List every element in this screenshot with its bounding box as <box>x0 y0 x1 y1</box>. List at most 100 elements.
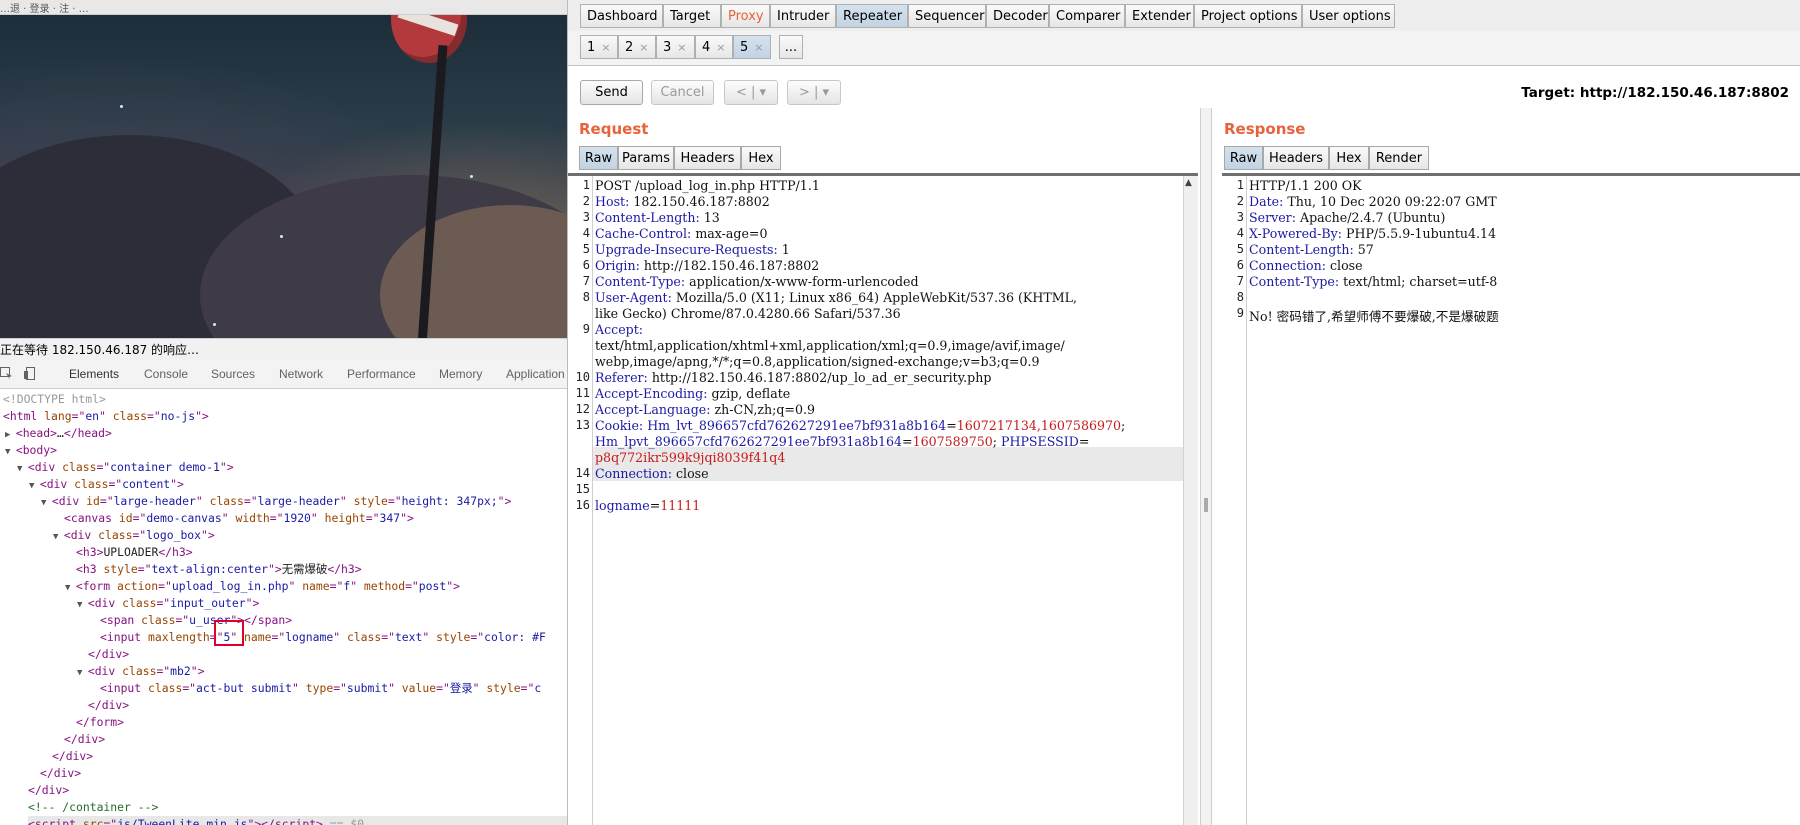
main-tab-comparer[interactable]: Comparer <box>1049 4 1125 28</box>
split-pane-divider[interactable] <box>1200 108 1212 825</box>
devtools-tab-performance[interactable]: Performance <box>347 360 416 388</box>
dom-node-div-close[interactable]: </div> <box>64 731 105 748</box>
response-tab-render[interactable]: Render <box>1369 146 1429 170</box>
expanded-triangle-icon[interactable]: ▼ <box>29 481 40 491</box>
dom-node-input-outer[interactable]: ▼ <div class="input_outer"> <box>77 595 259 612</box>
devtools-tab-console[interactable]: Console <box>144 360 188 388</box>
device-toolbar-icon[interactable] <box>24 367 37 380</box>
dom-node-doctype[interactable]: <!DOCTYPE html> <box>3 391 106 408</box>
dom-node-div-close[interactable]: </div> <box>40 765 81 782</box>
dom-node-input-submit[interactable]: <input class="act-but submit" type="subm… <box>100 680 541 697</box>
repeater-tab-5[interactable]: 5 × <box>733 35 771 59</box>
main-tab-dashboard[interactable]: Dashboard <box>580 4 663 28</box>
repeater-tab-label: 5 <box>740 40 749 55</box>
expanded-triangle-icon[interactable]: ▼ <box>41 498 52 508</box>
response-tab-hex[interactable]: Hex <box>1329 146 1369 170</box>
dom-node-comment[interactable]: <!-- /container --> <box>28 799 158 816</box>
request-scrollbar[interactable]: ▲ <box>1183 176 1198 825</box>
collapsed-triangle-icon[interactable]: ▶ <box>5 430 16 440</box>
dom-node-canvas[interactable]: <canvas id="demo-canvas" width="1920" he… <box>64 510 414 527</box>
repeater-new-tab[interactable]: ... <box>779 35 803 59</box>
close-icon[interactable]: × <box>716 41 725 54</box>
main-tab-intruder[interactable]: Intruder <box>770 4 836 28</box>
history-forward-button[interactable]: > | ▾ <box>787 80 841 105</box>
close-icon[interactable]: × <box>601 41 610 54</box>
repeater-tab-4[interactable]: 4 × <box>695 35 733 59</box>
expanded-triangle-icon[interactable]: ▼ <box>5 447 16 457</box>
main-tab-user-options[interactable]: User options <box>1302 4 1395 28</box>
close-icon[interactable]: × <box>639 41 648 54</box>
repeater-tab-2[interactable]: 2 × <box>618 35 656 59</box>
close-icon[interactable]: × <box>754 41 763 54</box>
dom-node-span-user[interactable]: <span class="u_user"></span> <box>100 612 292 629</box>
send-button[interactable]: Send <box>580 80 643 105</box>
dom-node-script-selected[interactable]: <script src="js/TweenLite.min.js"></scri… <box>28 816 567 825</box>
request-line: POST /upload_log_in.php HTTP/1.1 <box>595 178 820 193</box>
cancel-button[interactable]: Cancel <box>651 80 714 105</box>
close-icon[interactable]: × <box>677 41 686 54</box>
expanded-triangle-icon[interactable]: ▼ <box>77 668 88 678</box>
devtools-tab-network[interactable]: Network <box>279 360 323 388</box>
dom-node-mb2[interactable]: ▼ <div class="mb2"> <box>77 663 204 680</box>
dom-node-div-close[interactable]: </div> <box>88 697 129 714</box>
dom-node-large-header[interactable]: ▼ <div id="large-header" class="large-he… <box>41 493 511 510</box>
line-number: 3 <box>1236 210 1244 224</box>
devtools-tab-sources[interactable]: Sources <box>211 360 255 388</box>
dom-node-head[interactable]: ▶ <head>…</head> <box>5 425 112 442</box>
expanded-triangle-icon[interactable]: ▼ <box>65 583 76 593</box>
dom-node-form-close[interactable]: </form> <box>76 714 124 731</box>
dom-node-div-close[interactable]: </div> <box>28 782 69 799</box>
line-number: 7 <box>582 274 590 288</box>
request-tab-raw[interactable]: Raw <box>579 146 618 170</box>
line-number: 4 <box>582 226 590 240</box>
dom-node-h3-uploader[interactable]: <h3>UPLOADER</h3> <box>76 544 193 561</box>
scroll-up-arrow-icon[interactable]: ▲ <box>1185 178 1192 188</box>
main-tab-target[interactable]: Target <box>663 4 721 28</box>
request-title: Request <box>579 120 649 138</box>
main-tab-extender[interactable]: Extender <box>1125 4 1194 28</box>
response-editor[interactable]: 1 2 3 4 5 6 7 8 9 HTTP/1.1 200 OK Date: Thu, 10 … <box>1222 173 1800 825</box>
repeater-tab-1[interactable]: 1 × <box>580 35 618 59</box>
request-header: Host: 182.150.46.187:8802 <box>595 194 770 209</box>
history-back-button[interactable]: < | ▾ <box>724 80 778 105</box>
response-tab-raw[interactable]: Raw <box>1224 146 1263 170</box>
request-body: logname=11111 <box>595 498 701 513</box>
dom-node-body[interactable]: ▼ <body> <box>5 442 57 459</box>
main-tab-sequencer[interactable]: Sequencer <box>908 4 986 28</box>
line-number: 6 <box>582 258 590 272</box>
target-label[interactable]: Target: http://182.150.46.187:8802 <box>1521 85 1789 101</box>
main-tab-decoder[interactable]: Decoder <box>986 4 1049 28</box>
request-tab-params[interactable]: Params <box>618 146 674 170</box>
dom-node-content[interactable]: ▼ <div class="content"> <box>29 476 184 493</box>
dom-node-container[interactable]: ▼ <div class="container demo-1"> <box>17 459 234 476</box>
inspect-element-icon[interactable] <box>0 367 13 380</box>
request-tab-headers[interactable]: Headers <box>674 146 741 170</box>
dom-node-form[interactable]: ▼ <form action="upload_log_in.php" name=… <box>65 578 460 595</box>
devtools-tab-application[interactable]: Application <box>506 360 565 388</box>
divider-grip[interactable] <box>1204 498 1208 512</box>
dom-node-html[interactable]: <html lang="en" class="no-js"> <box>3 408 209 425</box>
request-tab-hex[interactable]: Hex <box>741 146 781 170</box>
dom-node-logo-box[interactable]: ▼ <div class="logo_box"> <box>53 527 215 544</box>
expanded-triangle-icon[interactable]: ▼ <box>77 600 88 610</box>
dom-node-input-logname[interactable]: <input maxlength="5" name="logname" clas… <box>100 629 546 646</box>
repeater-tab-label: 4 <box>702 40 711 55</box>
devtools-tab-memory[interactable]: Memory <box>439 360 482 388</box>
expanded-triangle-icon[interactable]: ▼ <box>53 532 64 542</box>
firefly-dot <box>470 175 473 178</box>
dom-node-div-close[interactable]: </div> <box>52 748 93 765</box>
repeater-tab-3[interactable]: 3 × <box>656 35 695 59</box>
expanded-triangle-icon[interactable]: ▼ <box>17 464 28 474</box>
response-tab-headers[interactable]: Headers <box>1263 146 1329 170</box>
line-number: 9 <box>1236 306 1244 320</box>
request-header: Accept: <box>595 322 644 337</box>
response-header: Content-Type: text/html; charset=utf-8 <box>1249 274 1498 289</box>
main-tab-proxy[interactable]: Proxy <box>721 4 770 28</box>
dom-node-div-close[interactable]: </div> <box>88 646 129 663</box>
devtools-tab-elements[interactable]: Elements <box>69 360 119 388</box>
dom-node-h3-nobrute[interactable]: <h3 style="text-align:center">无需爆破</h3> <box>76 561 362 578</box>
main-tab-project-options[interactable]: Project options <box>1194 4 1302 28</box>
request-editor[interactable]: 1 2 3 4 5 6 7 8 9 10 11 12 13 14 15 16 POST /upload_log… <box>568 173 1198 825</box>
devtools-tabbar: Elements Console Sources Network Perform… <box>0 360 567 389</box>
main-tab-repeater[interactable]: Repeater <box>836 4 908 28</box>
